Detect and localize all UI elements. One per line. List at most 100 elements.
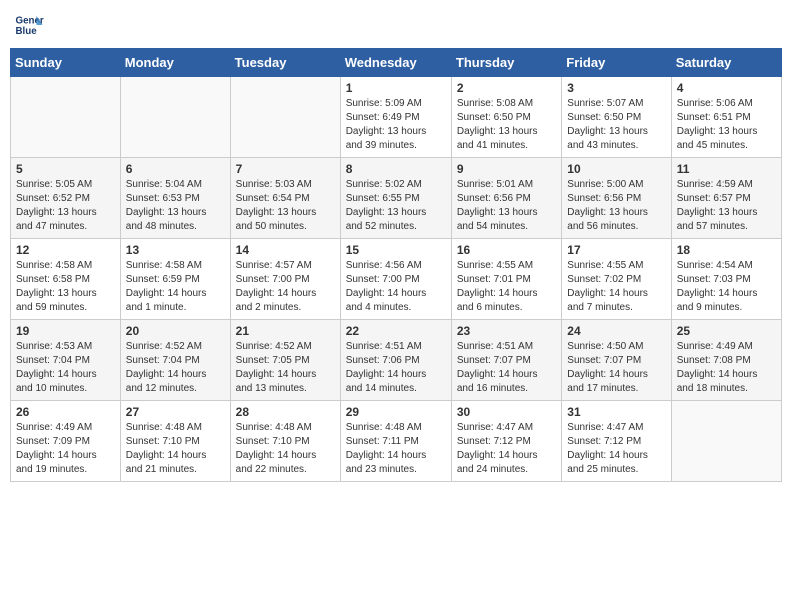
day-number: 30: [457, 405, 556, 419]
day-number: 9: [457, 162, 556, 176]
day-number: 23: [457, 324, 556, 338]
day-number: 13: [126, 243, 225, 257]
day-info: Sunrise: 5:09 AM Sunset: 6:49 PM Dayligh…: [346, 97, 446, 153]
day-header-sunday: Sunday: [11, 49, 121, 77]
day-info: Sunrise: 4:58 AM Sunset: 6:59 PM Dayligh…: [126, 259, 225, 315]
day-number: 16: [457, 243, 556, 257]
day-info: Sunrise: 4:48 AM Sunset: 7:10 PM Dayligh…: [236, 421, 335, 477]
day-number: 27: [126, 405, 225, 419]
day-number: 21: [236, 324, 335, 338]
calendar-cell: 11 Sunrise: 4:59 AM Sunset: 6:57 PM Dayli…: [671, 158, 781, 239]
day-info: Sunrise: 4:49 AM Sunset: 7:08 PM Dayligh…: [677, 340, 776, 396]
day-header-wednesday: Wednesday: [340, 49, 451, 77]
day-header-tuesday: Tuesday: [230, 49, 340, 77]
calendar-cell: 27 Sunrise: 4:48 AM Sunset: 7:10 PM Dayli…: [120, 401, 230, 482]
day-info: Sunrise: 4:51 AM Sunset: 7:07 PM Dayligh…: [457, 340, 556, 396]
calendar-cell: 5 Sunrise: 5:05 AM Sunset: 6:52 PM Daylig…: [11, 158, 121, 239]
calendar-cell: [230, 77, 340, 158]
day-header-monday: Monday: [120, 49, 230, 77]
calendar-cell: 29Sunrise: 4:48 AM Sunset: 7:11 PM Dayli…: [340, 401, 451, 482]
day-number: 22: [346, 324, 446, 338]
day-info: Sunrise: 4:48 AM Sunset: 7:10 PM Dayligh…: [126, 421, 225, 477]
calendar-cell: 17 Sunrise: 4:55 AM Sunset: 7:02 PM Dayli…: [562, 239, 671, 320]
day-number: 26: [16, 405, 115, 419]
calendar-cell: 15 Sunrise: 4:56 AM Sunset: 7:00 PM Dayli…: [340, 239, 451, 320]
day-info: Sunrise: 5:03 AM Sunset: 6:54 PM Dayligh…: [236, 178, 335, 234]
day-info: Sunrise: 5:01 AM Sunset: 6:56 PM Dayligh…: [457, 178, 556, 234]
calendar-week-1: 1 Sunrise: 5:09 AM Sunset: 6:49 PM Daylig…: [11, 77, 782, 158]
day-header-saturday: Saturday: [671, 49, 781, 77]
day-header-friday: Friday: [562, 49, 671, 77]
logo-icon: General Blue: [14, 10, 44, 40]
calendar-cell: 9 Sunrise: 5:01 AM Sunset: 6:56 PM Daylig…: [451, 158, 561, 239]
calendar-week-4: 19 Sunrise: 4:53 AM Sunset: 7:04 PM Dayli…: [11, 320, 782, 401]
calendar-week-3: 12 Sunrise: 4:58 AM Sunset: 6:58 PM Dayli…: [11, 239, 782, 320]
calendar-cell: 16Sunrise: 4:55 AM Sunset: 7:01 PM Dayli…: [451, 239, 561, 320]
calendar-table: SundayMondayTuesdayWednesdayThursdayFrid…: [10, 48, 782, 482]
day-info: Sunrise: 4:59 AM Sunset: 6:57 PM Dayligh…: [677, 178, 776, 234]
day-number: 18: [677, 243, 776, 257]
calendar-cell: 24 Sunrise: 4:50 AM Sunset: 7:07 PM Dayli…: [562, 320, 671, 401]
day-number: 15: [346, 243, 446, 257]
calendar-cell: 23 Sunrise: 4:51 AM Sunset: 7:07 PM Dayli…: [451, 320, 561, 401]
calendar-cell: [120, 77, 230, 158]
day-info: Sunrise: 5:07 AM Sunset: 6:50 PM Dayligh…: [567, 97, 665, 153]
svg-text:Blue: Blue: [16, 26, 38, 37]
calendar-cell: 13 Sunrise: 4:58 AM Sunset: 6:59 PM Dayli…: [120, 239, 230, 320]
day-number: 28: [236, 405, 335, 419]
calendar-cell: 7 Sunrise: 5:03 AM Sunset: 6:54 PM Daylig…: [230, 158, 340, 239]
day-number: 14: [236, 243, 335, 257]
calendar-cell: 4 Sunrise: 5:06 AM Sunset: 6:51 PM Daylig…: [671, 77, 781, 158]
calendar-week-2: 5 Sunrise: 5:05 AM Sunset: 6:52 PM Daylig…: [11, 158, 782, 239]
calendar-cell: 14Sunrise: 4:57 AM Sunset: 7:00 PM Dayli…: [230, 239, 340, 320]
day-number: 17: [567, 243, 665, 257]
day-number: 10: [567, 162, 665, 176]
calendar-cell: 20Sunrise: 4:52 AM Sunset: 7:04 PM Dayli…: [120, 320, 230, 401]
calendar-cell: 31 Sunrise: 4:47 AM Sunset: 7:12 PM Dayli…: [562, 401, 671, 482]
calendar-cell: 2 Sunrise: 5:08 AM Sunset: 6:50 PM Daylig…: [451, 77, 561, 158]
day-info: Sunrise: 5:02 AM Sunset: 6:55 PM Dayligh…: [346, 178, 446, 234]
day-number: 7: [236, 162, 335, 176]
day-number: 5: [16, 162, 115, 176]
calendar-header-row: SundayMondayTuesdayWednesdayThursdayFrid…: [11, 49, 782, 77]
day-info: Sunrise: 5:04 AM Sunset: 6:53 PM Dayligh…: [126, 178, 225, 234]
calendar-week-5: 26Sunrise: 4:49 AM Sunset: 7:09 PM Dayli…: [11, 401, 782, 482]
day-info: Sunrise: 4:51 AM Sunset: 7:06 PM Dayligh…: [346, 340, 446, 396]
calendar-cell: 22 Sunrise: 4:51 AM Sunset: 7:06 PM Dayli…: [340, 320, 451, 401]
calendar-cell: 19 Sunrise: 4:53 AM Sunset: 7:04 PM Dayli…: [11, 320, 121, 401]
day-info: Sunrise: 4:47 AM Sunset: 7:12 PM Dayligh…: [567, 421, 665, 477]
day-number: 1: [346, 81, 446, 95]
day-number: 8: [346, 162, 446, 176]
day-number: 4: [677, 81, 776, 95]
day-info: Sunrise: 4:56 AM Sunset: 7:00 PM Dayligh…: [346, 259, 446, 315]
day-number: 11: [677, 162, 776, 176]
calendar-cell: 3 Sunrise: 5:07 AM Sunset: 6:50 PM Daylig…: [562, 77, 671, 158]
calendar-cell: 1 Sunrise: 5:09 AM Sunset: 6:49 PM Daylig…: [340, 77, 451, 158]
calendar-cell: 28 Sunrise: 4:48 AM Sunset: 7:10 PM Dayli…: [230, 401, 340, 482]
day-number: 31: [567, 405, 665, 419]
calendar-cell: [11, 77, 121, 158]
day-info: Sunrise: 4:50 AM Sunset: 7:07 PM Dayligh…: [567, 340, 665, 396]
day-number: 19: [16, 324, 115, 338]
calendar-cell: 21Sunrise: 4:52 AM Sunset: 7:05 PM Dayli…: [230, 320, 340, 401]
calendar-cell: 18 Sunrise: 4:54 AM Sunset: 7:03 PM Dayli…: [671, 239, 781, 320]
day-info: Sunrise: 4:47 AM Sunset: 7:12 PM Dayligh…: [457, 421, 556, 477]
day-info: Sunrise: 4:54 AM Sunset: 7:03 PM Dayligh…: [677, 259, 776, 315]
day-number: 12: [16, 243, 115, 257]
day-number: 25: [677, 324, 776, 338]
day-number: 24: [567, 324, 665, 338]
page-header: General Blue: [10, 10, 782, 40]
day-number: 3: [567, 81, 665, 95]
day-info: Sunrise: 4:53 AM Sunset: 7:04 PM Dayligh…: [16, 340, 115, 396]
calendar-cell: 30 Sunrise: 4:47 AM Sunset: 7:12 PM Dayli…: [451, 401, 561, 482]
day-info: Sunrise: 4:55 AM Sunset: 7:02 PM Dayligh…: [567, 259, 665, 315]
day-info: Sunrise: 4:58 AM Sunset: 6:58 PM Dayligh…: [16, 259, 115, 315]
day-number: 6: [126, 162, 225, 176]
day-number: 2: [457, 81, 556, 95]
day-info: Sunrise: 5:06 AM Sunset: 6:51 PM Dayligh…: [677, 97, 776, 153]
day-info: Sunrise: 5:08 AM Sunset: 6:50 PM Dayligh…: [457, 97, 556, 153]
day-info: Sunrise: 4:52 AM Sunset: 7:04 PM Dayligh…: [126, 340, 225, 396]
day-header-thursday: Thursday: [451, 49, 561, 77]
calendar-cell: 8 Sunrise: 5:02 AM Sunset: 6:55 PM Daylig…: [340, 158, 451, 239]
day-info: Sunrise: 5:05 AM Sunset: 6:52 PM Dayligh…: [16, 178, 115, 234]
